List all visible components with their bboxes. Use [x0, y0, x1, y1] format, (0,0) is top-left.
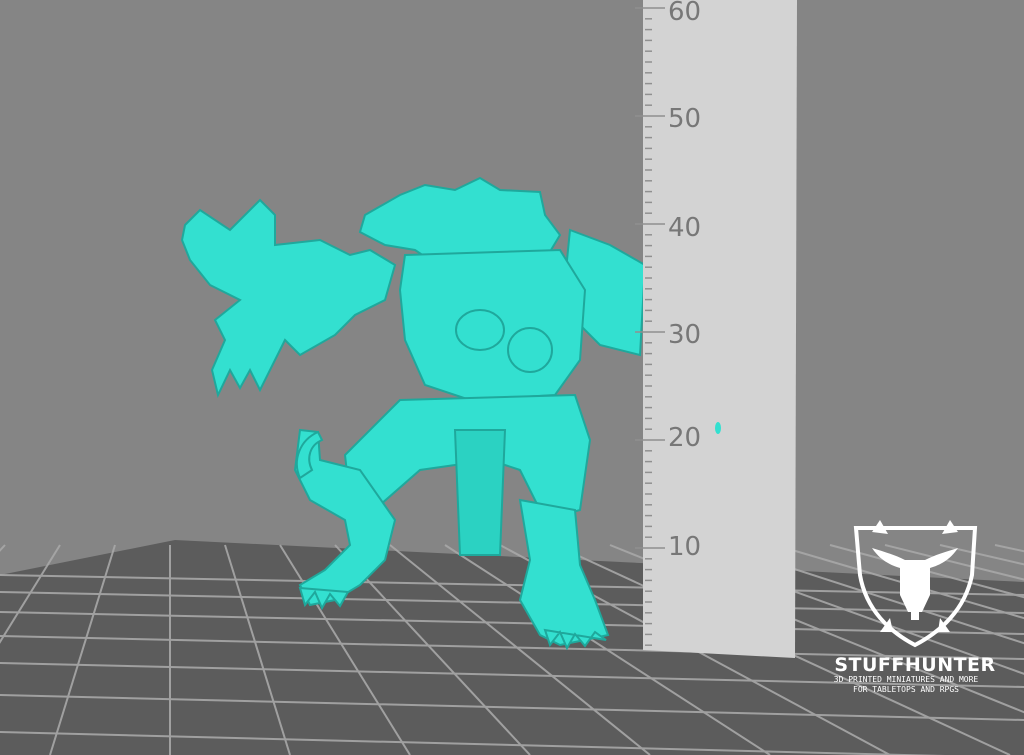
ruler-label-30: 30 [668, 320, 701, 350]
height-ruler: 60 50 40 30 20 10 [635, 0, 797, 658]
brand-name: STUFFHUNTER [834, 654, 995, 676]
ruler-label-60: 60 [668, 0, 701, 27]
brand-tagline-1: 3D PRINTED MINIATURES AND MORE [834, 675, 979, 684]
ruler-label-20: 20 [668, 423, 701, 453]
scene-canvas[interactable]: 60 50 40 30 20 10 STUFFHUNTER 3D PRINTED… [0, 0, 1024, 755]
model-pouch [507, 327, 553, 373]
ruler-label-10: 10 [668, 532, 701, 562]
support-artifact [715, 422, 721, 434]
ruler-label-50: 50 [668, 104, 701, 134]
build-plate [0, 540, 1024, 755]
brand-tagline-2: FOR TABLETOPS AND RPGS [853, 685, 959, 694]
model-pouch [455, 309, 505, 351]
ruler-label-40: 40 [668, 213, 701, 243]
model-loincloth [453, 429, 507, 556]
3d-viewport[interactable]: 60 50 40 30 20 10 STUFFHUNTER 3D PRINTED… [0, 0, 1024, 755]
